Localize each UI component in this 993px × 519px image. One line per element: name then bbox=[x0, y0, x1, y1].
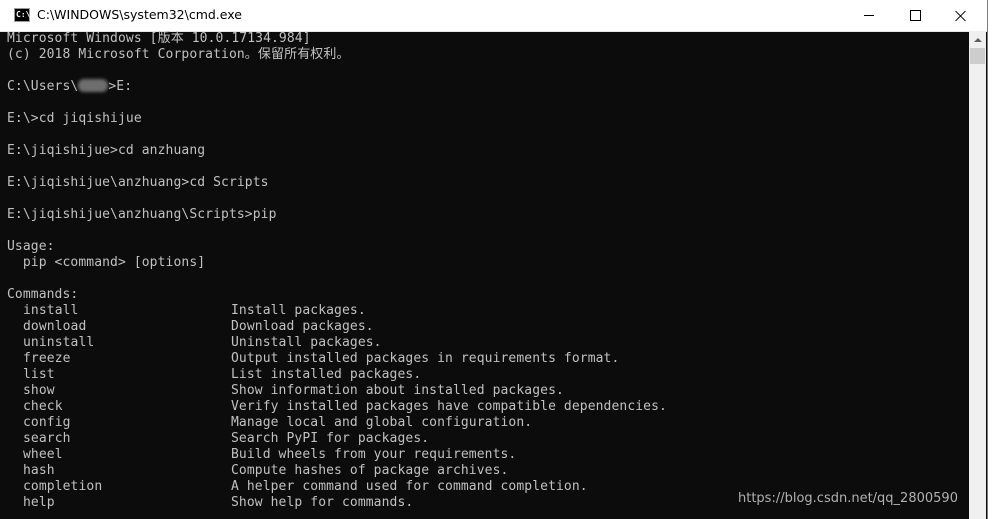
pip-command-name: check bbox=[23, 399, 63, 414]
pip-command-list: install Install packages. download Download… bbox=[7, 303, 969, 511]
pip-command-desc: Search PyPI for packages. bbox=[231, 431, 430, 446]
console-output[interactable]: Microsoft Windows [版本 10.0.17134.984] (c… bbox=[0, 31, 969, 519]
scroll-thumb[interactable] bbox=[970, 48, 985, 64]
pip-command-name: search bbox=[23, 431, 71, 446]
pip-command-name: download bbox=[23, 319, 87, 334]
prompt-line: C:\Users\ >E: bbox=[7, 79, 969, 95]
pip-command-name: freeze bbox=[23, 351, 71, 366]
prompt-prefix: C:\Users\ bbox=[7, 79, 79, 94]
scroll-up-button[interactable] bbox=[969, 31, 986, 48]
pip-command-name: wheel bbox=[23, 447, 63, 462]
vertical-scrollbar[interactable] bbox=[969, 31, 986, 519]
pip-command-row: list List installed packages. bbox=[7, 367, 969, 383]
cmd-window: C:\ C:\WINDOWS\system32\cmd.exe Microsof… bbox=[0, 0, 988, 519]
pip-command-name: completion bbox=[23, 479, 103, 494]
prompt-line: E:\jiqishijue\anzhuang>cd Scripts bbox=[7, 175, 269, 190]
pip-command-desc: Verify installed packages have compatibl… bbox=[231, 399, 667, 414]
pip-command-name: config bbox=[23, 415, 71, 430]
pip-command-desc: List installed packages. bbox=[231, 367, 422, 382]
pip-command-desc: Uninstall packages. bbox=[231, 335, 382, 350]
pip-command-desc: Compute hashes of package archives. bbox=[231, 463, 509, 478]
console-header-line: Microsoft Windows [版本 10.0.17134.984] bbox=[7, 31, 311, 46]
pip-command-name: hash bbox=[23, 463, 55, 478]
background-window-edge bbox=[988, 0, 993, 519]
title-bar[interactable]: C:\ C:\WINDOWS\system32\cmd.exe bbox=[0, 0, 987, 32]
commands-label: Commands: bbox=[7, 287, 79, 302]
window-title: C:\WINDOWS\system32\cmd.exe bbox=[37, 7, 242, 22]
redacted-username bbox=[78, 79, 109, 92]
console-header-line: (c) 2018 Microsoft Corporation。保留所有权利。 bbox=[7, 47, 350, 62]
cmd-app-icon[interactable]: C:\ bbox=[14, 8, 30, 22]
pip-command-row: check Verify installed packages have comp… bbox=[7, 399, 969, 415]
pip-command-name: show bbox=[23, 383, 55, 398]
pip-command-row: freeze Output installed packages in requi… bbox=[7, 351, 969, 367]
pip-command-row: install Install packages. bbox=[7, 303, 969, 319]
pip-command-desc: A helper command used for command comple… bbox=[231, 479, 588, 494]
pip-command-desc: Download packages. bbox=[231, 319, 374, 334]
close-icon bbox=[955, 10, 967, 22]
pip-command-name: uninstall bbox=[23, 335, 95, 350]
usage-label: Usage: bbox=[7, 239, 55, 254]
pip-command-name: install bbox=[23, 303, 79, 318]
pip-command-desc: Output installed packages in requirement… bbox=[231, 351, 620, 366]
maximize-icon bbox=[909, 10, 921, 21]
pip-command-desc: Build wheels from your requirements. bbox=[231, 447, 517, 462]
watermark: https://blog.csdn.net/qq_2800590 bbox=[738, 491, 958, 506]
pip-command-desc: Install packages. bbox=[231, 303, 366, 318]
pip-command-name: help bbox=[23, 495, 55, 510]
prompt-line: E:\jiqishijue>cd anzhuang bbox=[7, 143, 206, 158]
pip-command-row: config Manage local and global configurat… bbox=[7, 415, 969, 431]
maximize-button[interactable] bbox=[892, 0, 938, 31]
pip-command-row: hash Compute hashes of package archives. bbox=[7, 463, 969, 479]
pip-command-row: wheel Build wheels from your requirements… bbox=[7, 447, 969, 463]
pip-command-desc: Show help for commands. bbox=[231, 495, 414, 510]
close-button[interactable] bbox=[938, 0, 984, 31]
prompt-line: E:\jiqishijue\anzhuang\Scripts>pip bbox=[7, 207, 277, 222]
prompt-suffix: >E: bbox=[108, 79, 133, 94]
pip-command-row: uninstall Uninstall packages. bbox=[7, 335, 969, 351]
pip-command-desc: Manage local and global configuration. bbox=[231, 415, 533, 430]
prompt-line: E:\>cd jiqishijue bbox=[7, 111, 142, 126]
minimize-icon bbox=[864, 15, 874, 16]
minimize-button[interactable] bbox=[846, 0, 892, 31]
pip-command-name: list bbox=[23, 367, 55, 382]
pip-command-row: search Search PyPI for packages. bbox=[7, 431, 969, 447]
pip-command-row: download Download packages. bbox=[7, 319, 969, 335]
pip-command-row: show Show information about installed pac… bbox=[7, 383, 969, 399]
chevron-up-icon bbox=[973, 37, 982, 42]
pip-command-desc: Show information about installed package… bbox=[231, 383, 564, 398]
usage-line: pip <command> [options] bbox=[7, 255, 206, 270]
